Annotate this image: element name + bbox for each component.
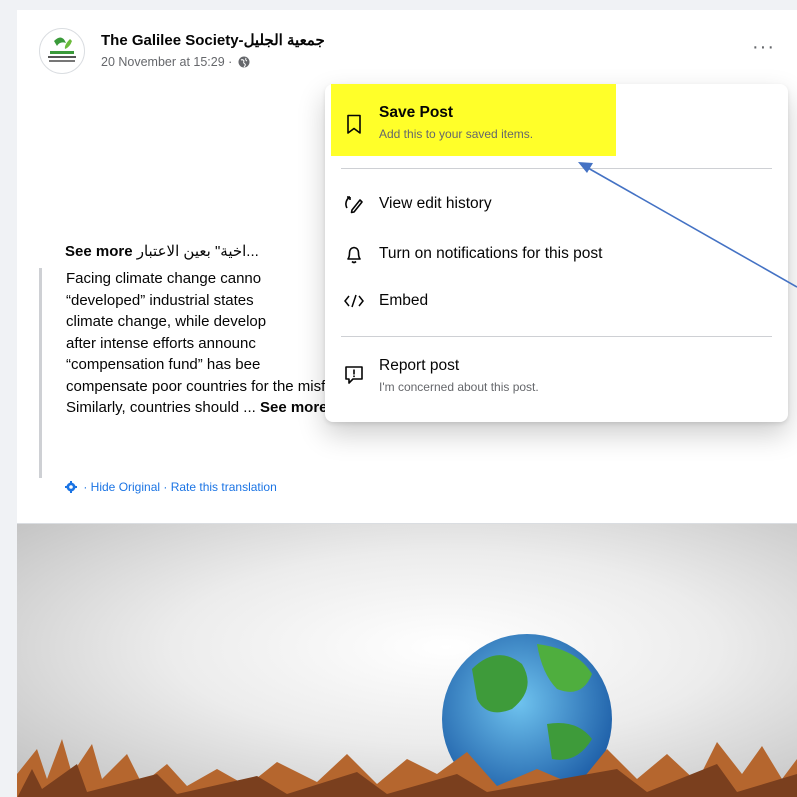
view-edit-history-button[interactable]: View edit history [333, 176, 780, 232]
see-more-link[interactable]: See more [65, 243, 133, 260]
save-post-sub: Add this to your saved items. [379, 127, 534, 141]
save-post-label: Save Post [379, 104, 454, 121]
menu-divider [341, 336, 772, 337]
page-name[interactable]: The Galilee Society-جمعية الجليل [101, 31, 325, 49]
page-avatar[interactable] [39, 28, 85, 74]
translation-actions-links[interactable]: · Hide Original · Rate this translation [83, 480, 276, 494]
menu-divider [341, 168, 772, 169]
embed-label: Embed [379, 292, 429, 309]
bell-icon [343, 243, 365, 265]
post-meta: 20 November at 15:29 · [101, 55, 250, 71]
translation-see-more-link[interactable]: See more [260, 399, 328, 416]
edit-history-icon [343, 193, 365, 215]
turn-on-notifications-button[interactable]: Turn on notifications for this post [333, 230, 780, 278]
report-icon [343, 364, 365, 386]
post-options-button[interactable]: ··· [752, 37, 782, 60]
save-post-button[interactable]: Save Post Add this to your saved items. [333, 88, 780, 160]
report-post-sub: I'm concerned about this post. [379, 380, 539, 394]
report-post-label: Report post [379, 357, 460, 374]
gear-icon [65, 481, 77, 496]
turn-on-notifications-label: Turn on notifications for this post [379, 245, 603, 262]
see-more-arabic: See more اخية" بعين الاعتبار... [65, 242, 259, 260]
code-icon [343, 290, 365, 312]
post-image[interactable] [17, 523, 797, 797]
view-edit-history-label: View edit history [379, 195, 492, 212]
report-post-button[interactable]: Report post I'm concerned about this pos… [333, 344, 780, 406]
post-timestamp[interactable]: 20 November at 15:29 · [101, 55, 232, 69]
post-options-menu: Save Post Add this to your saved items. … [325, 84, 788, 422]
embed-button[interactable]: Embed [333, 278, 780, 324]
bookmark-icon [343, 113, 365, 135]
translation-line: Similarly, countries should ... [66, 399, 256, 416]
arabic-last-line: اخية" بعين الاعتبار... [136, 243, 259, 260]
globe-icon [238, 56, 250, 71]
translation-actions: · Hide Original · Rate this translation [65, 480, 277, 496]
